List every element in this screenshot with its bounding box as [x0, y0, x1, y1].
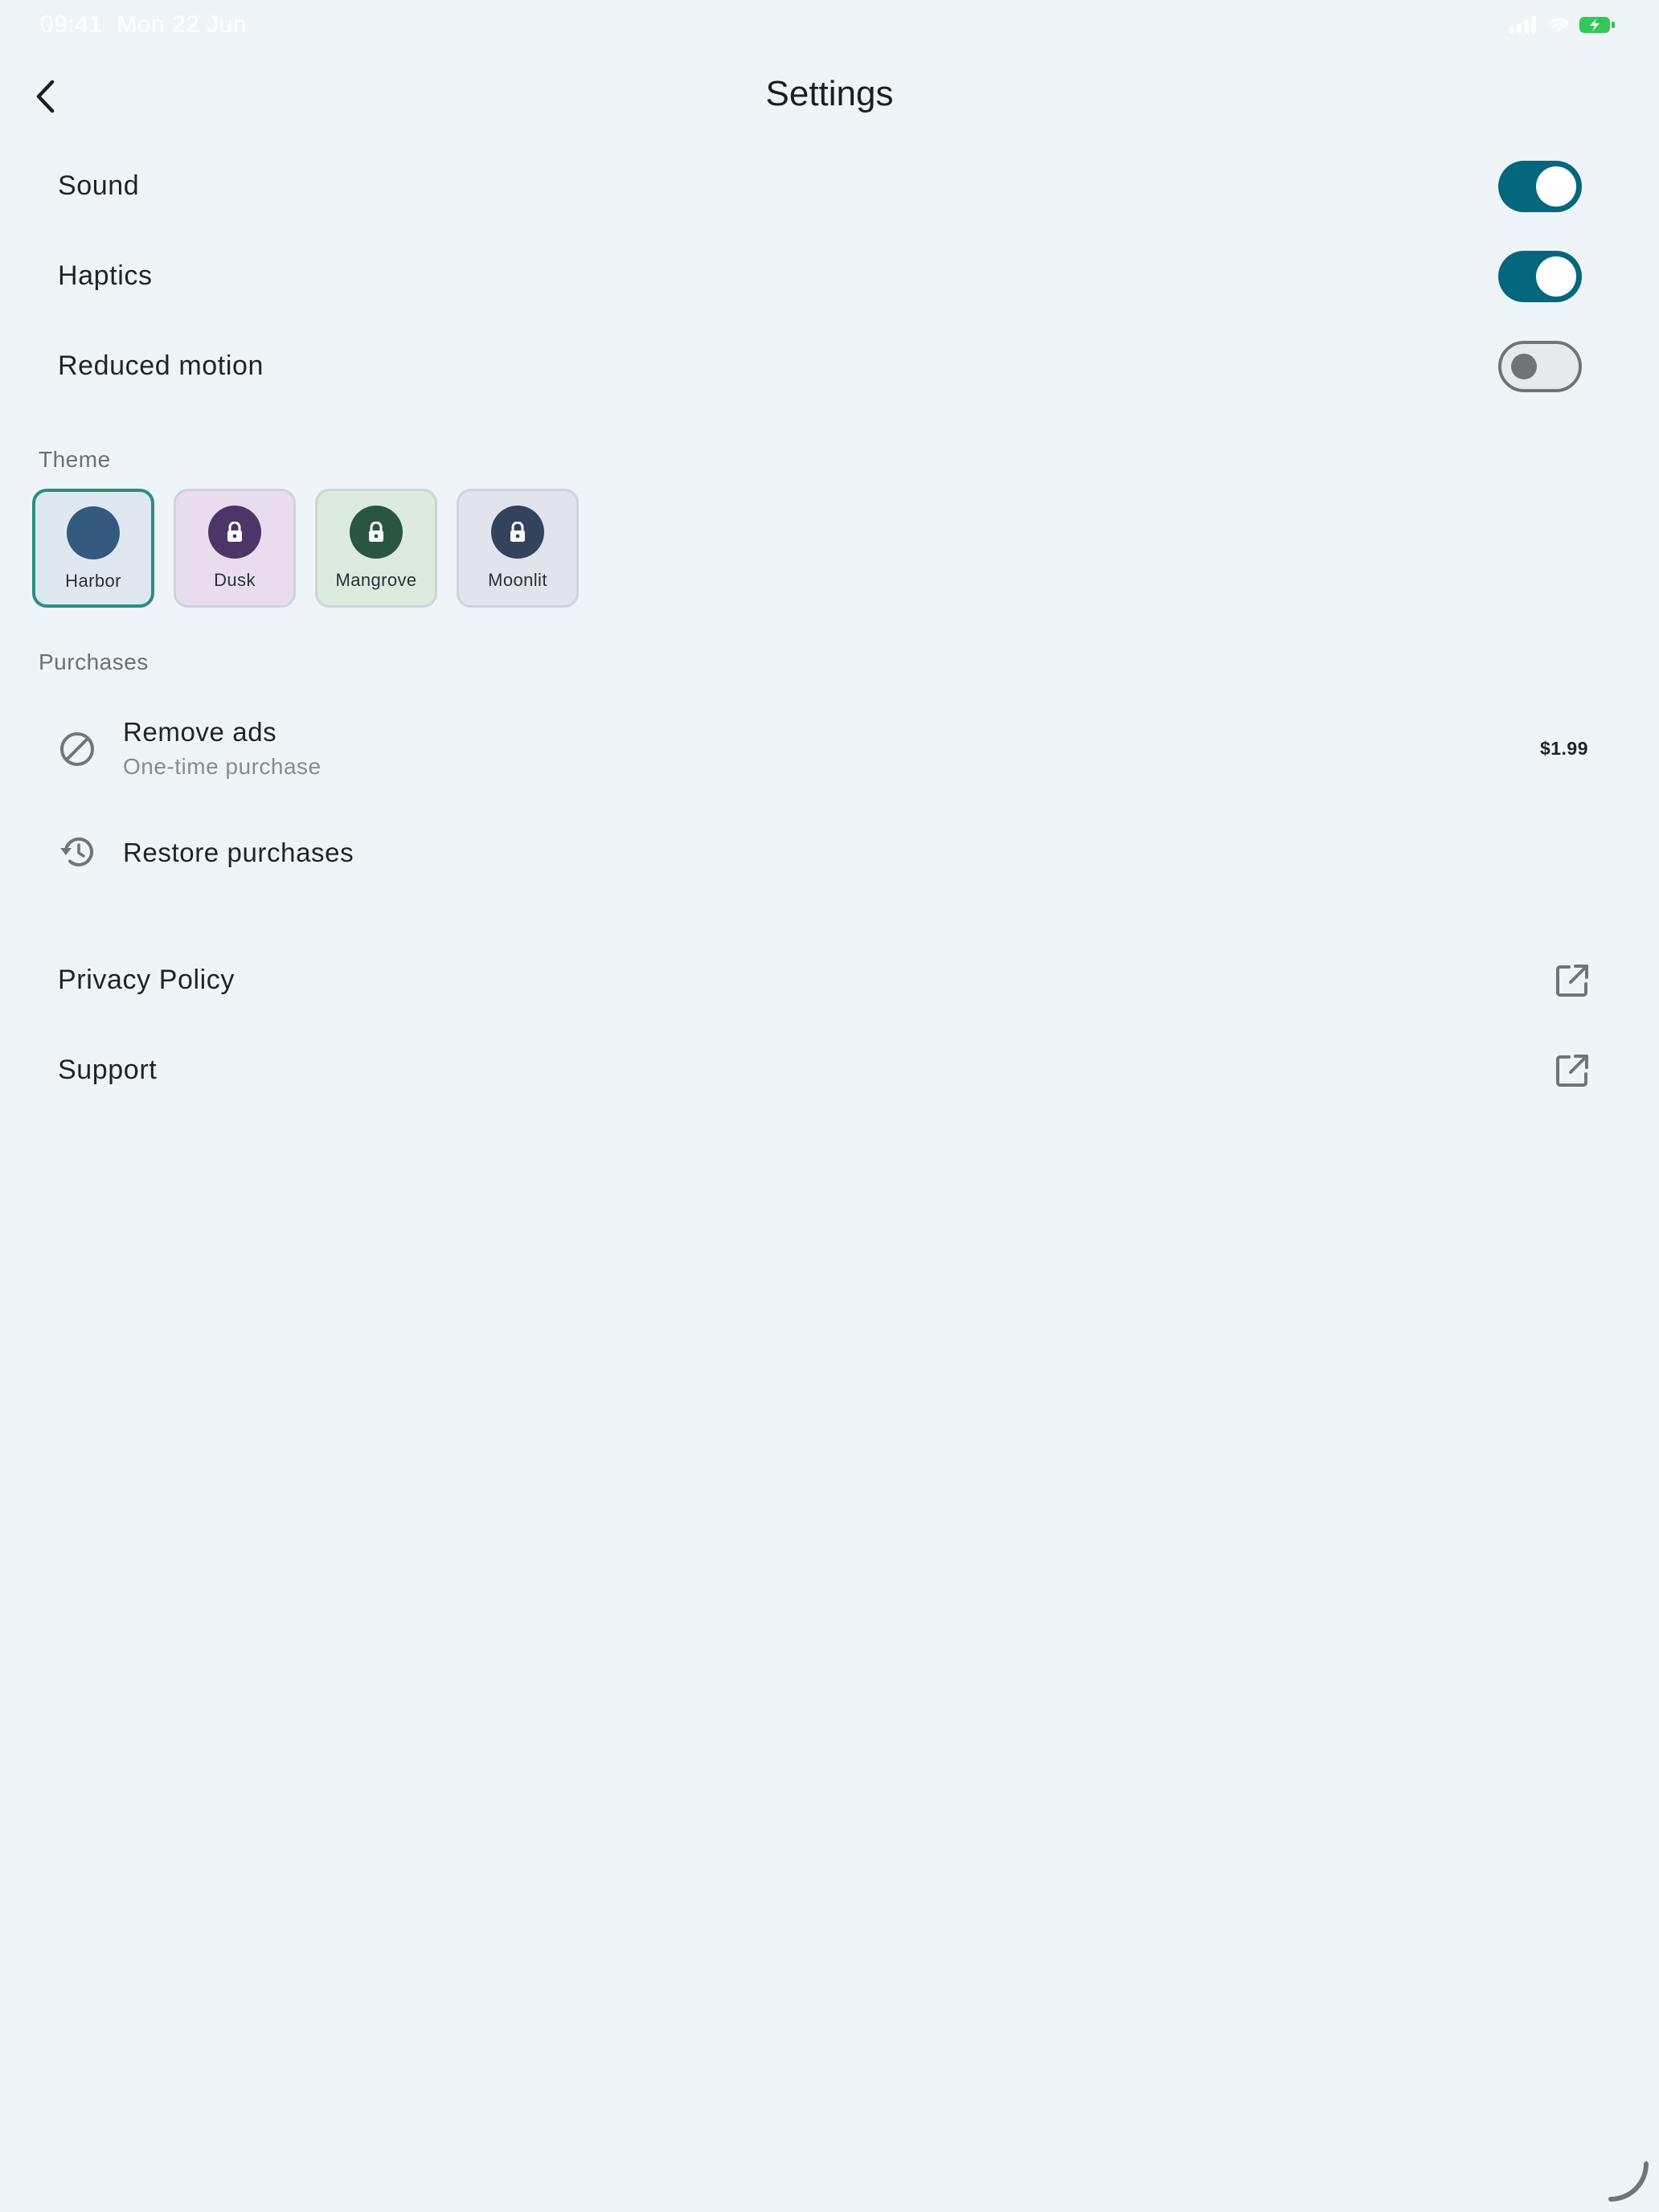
theme-name-mangrove: Mangrove	[335, 570, 417, 590]
theme-card-dusk[interactable]: Dusk	[174, 489, 296, 608]
restore-purchases-row[interactable]: Restore purchases	[32, 820, 1600, 884]
home-indicator-icon[interactable]	[1604, 2157, 1653, 2206]
haptics-toggle[interactable]	[1498, 251, 1582, 302]
battery-charging-icon	[1579, 17, 1615, 33]
reduced-motion-toggle[interactable]	[1498, 341, 1582, 392]
theme-swatch-moonlit	[491, 506, 544, 559]
privacy-policy-label: Privacy Policy	[58, 965, 236, 995]
status-date: Mon 22 Jun	[117, 11, 248, 38]
theme-name-moonlit: Moonlit	[488, 570, 547, 590]
toggle-label-sound: Sound	[58, 170, 140, 201]
external-link-icon	[1556, 965, 1588, 997]
toggle-knob	[1536, 256, 1576, 297]
toggle-row-reduced-motion[interactable]: Reduced motion	[32, 338, 1591, 395]
status-bar-icons	[1509, 16, 1616, 34]
support-row[interactable]: Support	[32, 1038, 1600, 1103]
theme-card-harbor[interactable]: Harbor	[32, 489, 154, 608]
theme-name-harbor: Harbor	[65, 571, 121, 591]
theme-section-label: Theme	[39, 447, 111, 472]
toggle-row-sound[interactable]: Sound	[32, 158, 1591, 215]
theme-card-mangrove[interactable]: Mangrove	[315, 489, 437, 608]
status-bar-time: 09:41 Mon 22 Jun	[40, 11, 247, 39]
remove-ads-price: $1.99	[1539, 738, 1588, 759]
privacy-policy-row[interactable]: Privacy Policy	[32, 948, 1600, 1013]
remove-ads-subtitle: One-time purchase	[123, 754, 322, 779]
support-label: Support	[58, 1055, 158, 1085]
remove-ads-row[interactable]: Remove ads One-time purchase $1.99	[32, 699, 1600, 799]
theme-name-dusk: Dusk	[214, 570, 256, 590]
theme-card-moonlit[interactable]: Moonlit	[457, 489, 579, 608]
toggle-knob	[1536, 166, 1576, 207]
remove-ads-title: Remove ads	[123, 717, 277, 747]
block-icon	[60, 732, 94, 766]
restore-purchases-title: Restore purchases	[123, 838, 354, 867]
page-title: Settings	[765, 74, 894, 113]
wifi-icon	[1548, 18, 1569, 32]
theme-swatch-harbor	[67, 506, 120, 559]
purchases-section-label: Purchases	[39, 649, 149, 674]
signal-icon	[1509, 16, 1536, 34]
theme-swatch-mangrove	[350, 506, 403, 559]
lock-icon	[510, 522, 525, 542]
lock-icon	[227, 522, 242, 542]
status-time: 09:41	[40, 11, 103, 38]
toggle-knob	[1511, 354, 1537, 379]
history-icon	[60, 837, 93, 866]
lock-icon	[369, 522, 383, 542]
toggle-row-haptics[interactable]: Haptics	[32, 248, 1591, 305]
external-link-icon	[1556, 1055, 1588, 1087]
toggle-label-reduced-motion: Reduced motion	[58, 350, 264, 381]
sound-toggle[interactable]	[1498, 161, 1582, 212]
toggle-label-haptics: Haptics	[58, 260, 153, 291]
theme-swatch-dusk	[208, 506, 261, 559]
